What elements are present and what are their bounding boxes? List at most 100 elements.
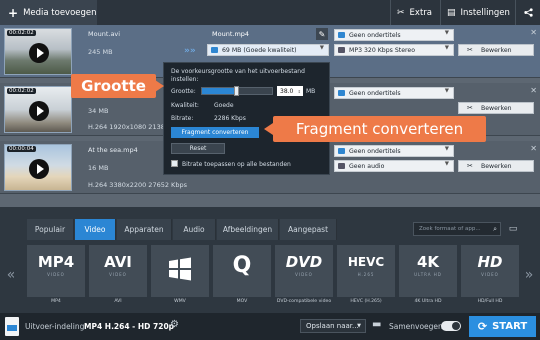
merge-label: Samenvoegen: [389,322,446,331]
format-label: HD/Full HD [477,299,503,304]
fragment-callout-text: Fragment converteren [295,120,464,138]
hevc-logo: HEVC [347,255,385,269]
start-button[interactable]: ⟳ START [469,316,536,337]
format-label: MOV [236,299,248,304]
tab-apparaten[interactable]: Apparaten [117,219,172,240]
fragment-convert-button[interactable]: Fragment converteren [171,127,259,138]
format-label: WMV [174,299,186,304]
popup-description: De voorkeursgrootte van het uitvoerbesta… [171,68,305,83]
size-value: 38.0 [280,87,294,95]
output-size-value: 69 MB (Goede kwaliteit) [222,46,297,54]
format-sub-label: ULTRA HD [414,272,442,277]
audio-value: MP3 320 Kbps Stereo [349,46,416,54]
edit-button[interactable]: ✂ Bewerken [458,102,534,114]
play-icon[interactable] [29,43,49,63]
format-card-dvd[interactable]: DVD VIDEO [275,245,333,297]
quicktime-logo: Q [232,253,252,278]
hd-logo: HD [477,253,503,271]
pencil-icon[interactable]: ✎ [316,28,328,40]
size-input[interactable]: 38.0 ⇕ [277,86,303,96]
size-slider[interactable] [201,86,273,96]
close-icon[interactable]: ✕ [530,144,537,153]
play-icon[interactable] [29,159,49,179]
format-card-avi[interactable]: AVI VIDEO [89,245,147,297]
device-detect-icon[interactable]: ▭ [506,222,520,236]
tab-afbeeldingen[interactable]: Afbeeldingen [217,219,279,240]
size-unit: MB [306,88,316,95]
format-sub-label: VIDEO [481,272,499,277]
video-thumbnail[interactable]: 00:02:02 [4,28,72,75]
settings-button[interactable]: ▤ Instellingen [440,0,515,25]
format-card-mov[interactable]: Q [213,245,271,297]
add-media-label: Media toevoegen [23,7,97,18]
format-panel: Populair Video Apparaten Audio Afbeeldin… [0,207,540,313]
scroll-right-button[interactable]: » [518,245,540,305]
scissors-icon: ✂ [467,162,473,170]
tab-aangepast[interactable]: Aangepast [280,219,337,240]
video-thumbnail[interactable]: 00:00:04 [4,144,72,191]
top-toolbar: + Media toevoegen ✂ Extra ▤ Instellingen [0,0,540,25]
subtitles-select[interactable]: Geen ondertitels ▼ [334,145,454,157]
add-media-button[interactable]: + Media toevoegen [0,0,97,25]
video-thumbnail[interactable]: 00:02:02 [4,86,72,133]
output-format-value: MP4 H.264 - HD 720p [84,322,175,331]
settings-icon: ▤ [447,7,456,18]
format-card-4k[interactable]: 4K ULTRA HD [399,245,457,297]
size-callout: Grootte [71,74,156,98]
subtitles-select[interactable]: Geen ondertitels ▼ [334,29,454,41]
close-icon[interactable]: ✕ [530,86,537,95]
save-to-select[interactable]: Opslaan naar... ▼ [300,319,366,333]
format-label: AVI [114,299,122,304]
audio-select[interactable]: MP3 320 Kbps Stereo ▼ [334,44,454,56]
tab-label: Populair [34,225,66,234]
chevron-down-icon: ▼ [319,45,324,51]
chevron-down-icon: ▼ [444,30,449,36]
reset-button[interactable]: Reset [171,143,225,154]
format-card-hevc[interactable]: HEVC H.265 [337,245,395,297]
share-button[interactable] [515,0,540,25]
edit-button[interactable]: ✂ Bewerken [458,44,534,56]
duration-label: 00:02:02 [7,88,36,94]
edit-button[interactable]: ✂ Bewerken [458,160,534,172]
scissors-icon: ✂ [467,104,473,112]
edit-label: Bewerken [481,46,512,54]
format-card-mp4[interactable]: MP4 VIDEO [27,245,85,297]
mp4-logo: MP4 [37,253,75,271]
fragment-convert-label: Fragment converteren [181,129,249,136]
format-card-wmv[interactable] [151,245,209,297]
size-slider-fill [202,88,236,94]
output-format-label: Uitvoer-indeling: [25,322,87,331]
extra-button[interactable]: ✂ Extra [390,0,438,25]
tools-icon: ✂ [397,7,405,18]
scroll-left-button[interactable]: « [0,245,22,305]
tab-populair[interactable]: Populair [27,219,74,240]
size-callout-text: Grootte [81,77,146,95]
duration-label: 00:00:04 [7,146,36,152]
merge-toggle[interactable] [441,321,461,331]
output-size-select[interactable]: 69 MB (Goede kwaliteit) ▼ [207,44,329,56]
audio-select[interactable]: Geen audio ▼ [334,160,454,172]
dvd-logo: DVD [285,253,323,271]
tab-audio[interactable]: Audio [173,219,216,240]
format-label: HEVC (H.265) [350,299,382,304]
stepper-icon[interactable]: ⇕ [298,89,301,94]
search-icon[interactable]: ⌕ [493,225,497,234]
scissors-icon: ✂ [467,46,473,54]
output-format-icon [5,317,19,336]
close-icon[interactable]: ✕ [530,28,537,37]
gear-icon[interactable]: ⚙ [170,319,179,330]
play-icon[interactable] [29,101,49,121]
4k-logo: 4K [416,253,440,271]
apply-all-checkbox[interactable] [171,160,178,167]
format-card-hd[interactable]: HD VIDEO [461,245,519,297]
size-slider-handle[interactable] [233,86,239,96]
folder-icon[interactable]: ▬ [372,319,381,330]
avi-logo: AVI [104,253,132,271]
tab-label: Aangepast [287,225,329,234]
format-search-input[interactable]: Zoek formaat of app... ⌕ [413,222,501,236]
merge-toggle-knob [452,322,460,330]
file-size: 16 MB [88,164,109,172]
subtitles-select[interactable]: Geen ondertitels ▼ [334,87,454,99]
reset-label: Reset [189,145,207,152]
tab-video[interactable]: Video [75,219,116,240]
